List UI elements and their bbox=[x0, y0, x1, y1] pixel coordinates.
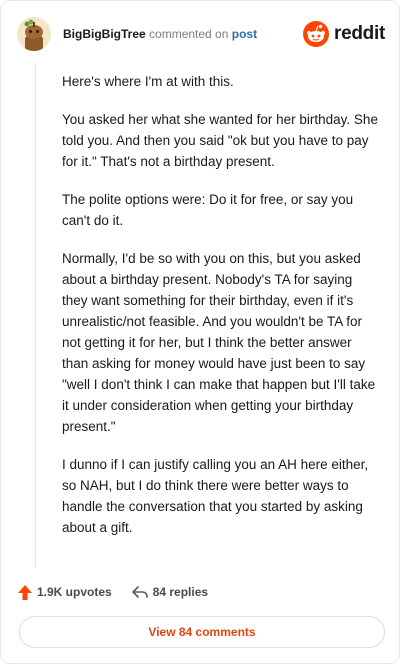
replies-button[interactable]: 84 replies bbox=[131, 585, 209, 599]
upvote-button[interactable]: 1.9K upvotes bbox=[18, 584, 112, 600]
upvote-count: 1.9K upvotes bbox=[37, 585, 112, 599]
username[interactable]: BigBigBigTree bbox=[63, 27, 146, 41]
user-avatar[interactable] bbox=[17, 17, 51, 51]
comment-paragraph: Here's where I'm at with this. bbox=[62, 74, 234, 89]
comment-card: BigBigBigTree commented on post reddit H… bbox=[0, 0, 400, 664]
snoo-avatar-icon bbox=[17, 17, 51, 51]
comment-meta: BigBigBigTree commented on post bbox=[63, 27, 257, 41]
comment-paragraph: You asked her what she wanted for her bi… bbox=[62, 112, 378, 169]
brand-name: reddit bbox=[334, 23, 385, 44]
post-link[interactable]: post bbox=[232, 27, 257, 41]
reddit-brand[interactable]: reddit bbox=[303, 20, 385, 48]
action-text: commented on bbox=[149, 27, 229, 41]
comment-actions: 1.9K upvotes 84 replies bbox=[18, 581, 228, 603]
comment-body: Here's where I'm at with this. You asked… bbox=[62, 71, 380, 555]
reddit-logo-icon bbox=[303, 21, 330, 47]
upvote-arrow-icon bbox=[18, 584, 32, 600]
thread-line bbox=[35, 63, 36, 568]
comment-header: BigBigBigTree commented on post reddit bbox=[17, 17, 385, 51]
comment-paragraph: The polite options were: Do it for free,… bbox=[62, 192, 354, 228]
reply-count: 84 replies bbox=[152, 585, 209, 599]
reply-arrow-icon bbox=[131, 586, 148, 598]
view-comments-button[interactable]: View 84 comments bbox=[19, 616, 385, 648]
comment-paragraph: I dunno if I can justify calling you an … bbox=[62, 457, 369, 535]
comment-paragraph: Normally, I'd be so with you on this, bu… bbox=[62, 251, 376, 434]
